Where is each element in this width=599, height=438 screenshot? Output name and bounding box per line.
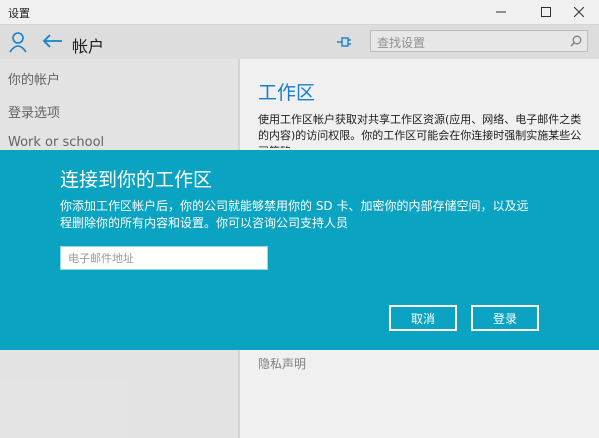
dialog-body: 你添加工作区帐户后，你的公司就能够禁用你的 SD 卡、加密你的内部存储空间，以及… — [60, 199, 529, 230]
back-arrow-icon[interactable] — [42, 33, 64, 49]
cancel-button[interactable]: 取消 — [389, 305, 457, 331]
sidebar-item-work-or-school[interactable]: Work or school — [8, 135, 104, 150]
content-title: 工作区 — [258, 82, 316, 104]
pin-icon[interactable] — [336, 35, 352, 49]
sidebar-item-your-account[interactable]: 你的帐户 — [8, 69, 60, 88]
minimize-icon — [496, 11, 506, 13]
close-icon — [574, 7, 584, 17]
page-title: 帐户 — [72, 37, 105, 56]
window-title: 设置 — [8, 7, 30, 20]
connect-workplace-dialog: 连接到你的工作区 你添加工作区帐户后，你的公司就能够禁用你的 SD 卡、加密你的… — [0, 150, 599, 350]
user-icon — [9, 32, 27, 53]
search-placeholder: 查找设置 — [377, 36, 426, 50]
maximize-icon — [541, 7, 551, 17]
dialog-title: 连接到你的工作区 — [60, 169, 213, 191]
search-input[interactable]: 查找设置 — [370, 30, 588, 52]
window-titlebar: 设置 — [0, 0, 599, 25]
sign-in-button[interactable]: 登录 — [471, 305, 539, 331]
close-button[interactable] — [556, 0, 599, 24]
content-description: 使用工作区帐户获取对共享工作区资源(应用、网络、电子邮件之类的内容)的访问权限。… — [258, 113, 582, 148]
search-icon[interactable] — [570, 35, 582, 47]
minimize-button[interactable] — [478, 0, 524, 24]
email-field[interactable] — [60, 246, 268, 270]
sidebar-item-sign-in-options[interactable]: 登录选项 — [8, 102, 60, 121]
privacy-link[interactable]: 隐私声明 — [258, 355, 306, 372]
